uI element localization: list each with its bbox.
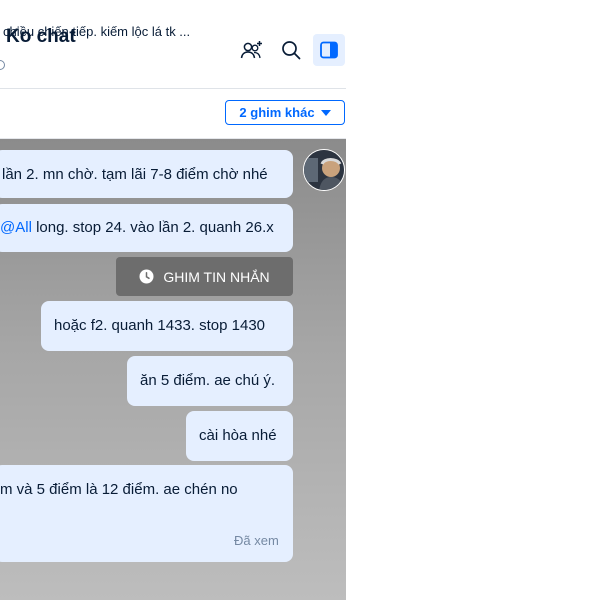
sidebar-toggle-icon	[320, 41, 338, 59]
message-text: long. stop 24. vào lần 2. quanh 26.x	[31, 219, 274, 236]
message-text: ăn 5 điểm. ae chú ý.	[140, 372, 276, 389]
chat-window: Ko chat chiều chiến tiếp. kiếm lộc lá tk…	[0, 0, 346, 600]
pinned-notice-text: GHIM TIN NHẮN	[163, 268, 270, 285]
add-member-icon	[240, 41, 262, 59]
add-member-button[interactable]	[236, 34, 268, 66]
chevron-down-icon	[320, 109, 331, 116]
search-button[interactable]	[275, 34, 307, 66]
message-bubble[interactable]: ăn 5 điểm. ae chú ý.	[127, 356, 293, 406]
message-text: hoặc f2. quanh 1433. stop 1430	[54, 317, 266, 334]
pinned-notice: GHIM TIN NHẮN	[116, 257, 293, 296]
seen-status: Đã xem	[234, 533, 279, 548]
pinned-message-text[interactable]: chiều chiến tiếp. kiếm lộc lá tk ...	[3, 24, 190, 39]
avatar[interactable]	[303, 149, 345, 191]
message-bubble[interactable]: @All long. stop 24. vào lần 2. quanh 26.…	[0, 204, 293, 252]
more-pins-button[interactable]: 2 ghim khác	[225, 100, 345, 125]
more-pins-label: 2 ghim khác	[239, 105, 315, 120]
message-bubble[interactable]: hoặc f2. quanh 1433. stop 1430	[41, 301, 293, 351]
message-bubble[interactable]: cài hòa nhé	[186, 411, 293, 461]
message-text: cài hòa nhé	[199, 427, 277, 444]
conversation-info-toggle[interactable]	[313, 34, 345, 66]
message-text: lần 2. mn chờ. tạm lãi 7-8 điểm chờ nhé	[2, 166, 268, 183]
avatar-image	[304, 150, 344, 190]
clock-icon	[139, 269, 154, 284]
mention-all-link[interactable]: @All	[0, 219, 32, 236]
message-bubble[interactable]: lần 2. mn chờ. tạm lãi 7-8 điểm chờ nhé	[0, 150, 293, 198]
search-icon	[282, 41, 301, 60]
message-text: m và 5 điểm là 12 điểm. ae chén no	[0, 481, 238, 498]
